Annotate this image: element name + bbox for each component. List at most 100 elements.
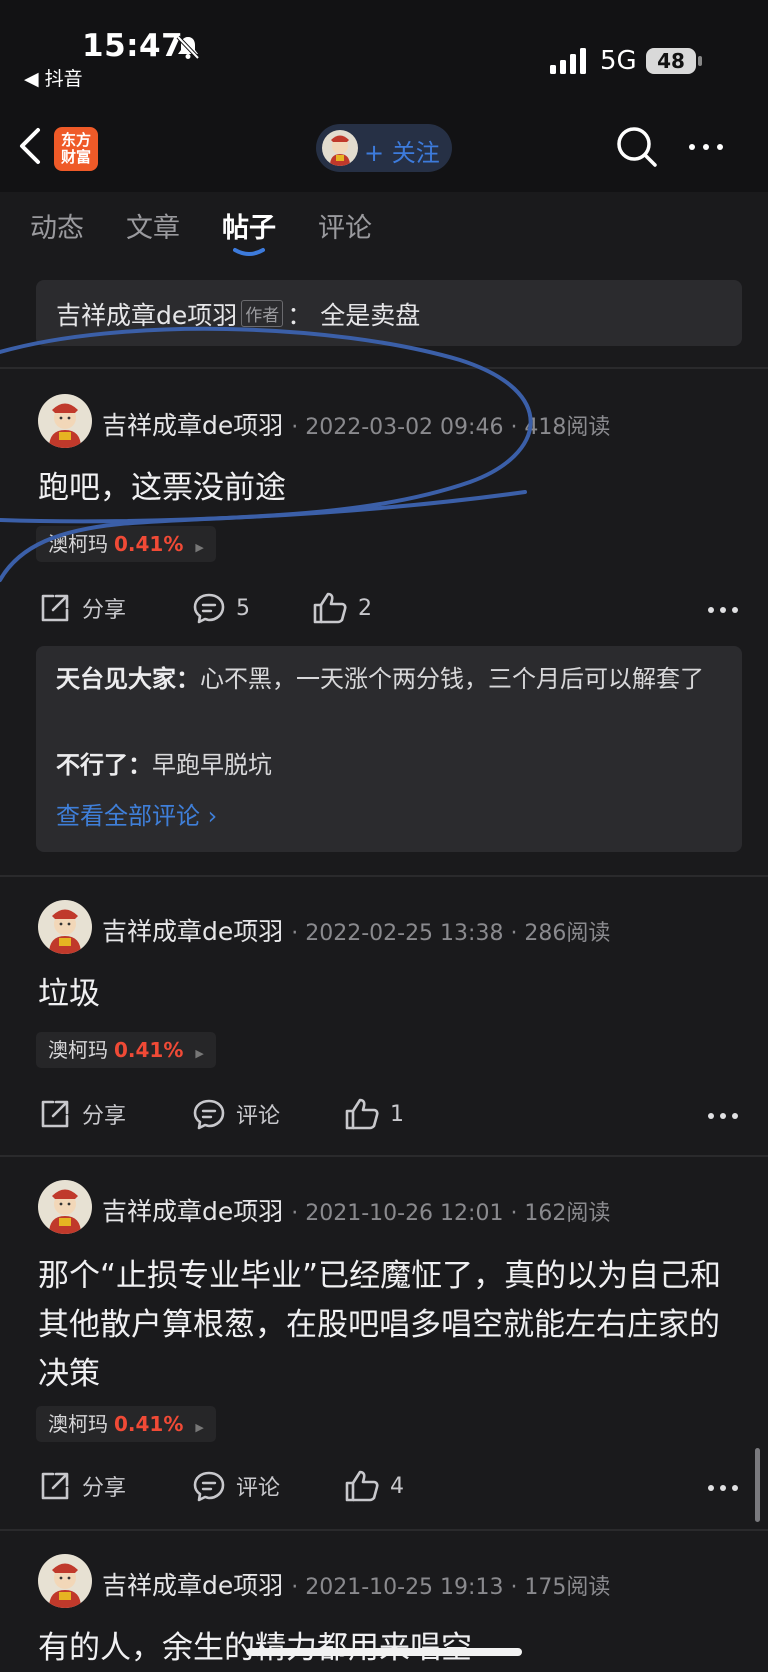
stock-tag[interactable]: 澳柯玛 0.41% ▶	[36, 1032, 216, 1068]
app-logo: 东方 财富	[54, 127, 98, 171]
reply-text: ： 全是卖盘	[287, 301, 421, 330]
commenter-name: 不行了：	[56, 751, 152, 779]
comment-item[interactable]: 天台见大家：心不黑，一天涨个两分钱，三个月后可以解套了	[56, 660, 722, 698]
tab-articles[interactable]: 文章	[126, 206, 180, 245]
comment-button[interactable]: 评论	[192, 1466, 280, 1506]
author-name[interactable]: 吉祥成章de项羽	[102, 1571, 283, 1600]
comment-count: 5	[236, 595, 250, 621]
stock-name: 澳柯玛	[48, 532, 108, 556]
post-meta: 吉祥成章de项羽 · 2022-03-02 09:46 · 418阅读	[102, 406, 610, 442]
post-time-reads: · 2021-10-26 12:01 · 162阅读	[291, 1201, 611, 1226]
share-icon	[41, 1100, 69, 1128]
stock-change: 0.41%	[114, 1412, 184, 1436]
post-card[interactable]: 吉祥成章de项羽 · 2022-03-02 09:46 · 418阅读 跑吧，这…	[0, 368, 768, 874]
author-reply: 吉祥成章de项羽 作者： 全是卖盘	[56, 296, 420, 332]
comment-label: 评论	[236, 1476, 281, 1501]
like-count: 1	[390, 1101, 404, 1127]
stock-change: 0.41%	[114, 1038, 184, 1062]
logo-line-1: 东方	[60, 131, 91, 149]
comment-button[interactable]: 5	[192, 588, 250, 628]
more-options-icon[interactable]	[706, 1111, 740, 1121]
battery-tip	[698, 56, 702, 66]
play-arrow-icon: ▶	[195, 1047, 204, 1060]
share-icon	[41, 1472, 69, 1500]
view-all-comments-link[interactable]: 查看全部评论 ›	[56, 796, 217, 831]
post-content[interactable]: 垃圾	[38, 970, 738, 1019]
comment-button[interactable]: 评论	[192, 1094, 280, 1134]
avatar[interactable]	[38, 900, 92, 954]
comment-icon	[193, 1471, 225, 1502]
share-button[interactable]: 分享	[38, 1094, 126, 1134]
share-label: 分享	[82, 1476, 127, 1501]
thumbs-up-icon	[345, 1098, 379, 1130]
tab-comments[interactable]: 评论	[318, 206, 372, 245]
comment-icon	[193, 593, 225, 624]
post-content[interactable]: 跑吧，这票没前途	[38, 464, 738, 513]
thumbs-up-icon	[313, 592, 347, 624]
follow-button[interactable]: + 关注	[316, 124, 452, 172]
share-button[interactable]: 分享	[38, 588, 126, 628]
like-count: 2	[358, 595, 372, 621]
thumbs-up-icon	[345, 1470, 379, 1502]
signal-icon	[550, 48, 586, 74]
search-icon[interactable]	[614, 124, 660, 170]
post-time-reads: · 2022-02-25 13:38 · 286阅读	[291, 921, 611, 946]
stock-tag[interactable]: 澳柯玛 0.41% ▶	[36, 1406, 216, 1442]
clock: 15:47	[82, 28, 184, 64]
commenter-name: 天台见大家：	[56, 665, 200, 693]
comment-label: 评论	[236, 1104, 281, 1129]
post-card[interactable]: 吉祥成章de项羽 · 2021-10-26 12:01 · 162阅读 那个“止…	[0, 1156, 768, 1528]
comment-text: 早跑早脱坑	[152, 751, 272, 779]
comment-icon	[193, 1099, 225, 1130]
share-button[interactable]: 分享	[38, 1466, 126, 1506]
mute-bell-icon	[176, 35, 200, 60]
more-options-icon[interactable]	[706, 605, 740, 615]
like-button[interactable]: 4	[344, 1466, 404, 1506]
avatar[interactable]	[38, 1180, 92, 1234]
post-time-reads: · 2022-03-02 09:46 · 418阅读	[291, 415, 611, 440]
follow-label: + 关注	[364, 139, 440, 167]
scrollbar[interactable]	[755, 1448, 760, 1522]
back-to-app-link[interactable]: ◀ 抖音	[24, 64, 83, 91]
play-arrow-icon: ▶	[195, 541, 204, 554]
share-icon	[41, 594, 69, 622]
author-name[interactable]: 吉祥成章de项羽	[102, 917, 283, 946]
battery-level: 48	[646, 48, 696, 74]
back-icon[interactable]	[14, 122, 48, 170]
reply-author-name: 吉祥成章de项羽	[56, 301, 238, 330]
status-bar: 15:47 ◀ 抖音 5G 48	[0, 0, 768, 100]
like-button[interactable]: 1	[344, 1094, 404, 1134]
top-nav: 东方 财富 + 关注	[0, 100, 768, 192]
avatar	[322, 130, 358, 166]
author-reply-box[interactable]: 吉祥成章de项羽 作者： 全是卖盘	[36, 280, 742, 346]
network-type: 5G	[600, 46, 637, 76]
screen: 15:47 ◀ 抖音 5G 48 东方 财富 + 关注 动态 文章 帖子 评论 …	[0, 0, 768, 1672]
avatar[interactable]	[38, 1554, 92, 1608]
post-meta: 吉祥成章de项羽 · 2021-10-25 19:13 · 175阅读	[102, 1566, 610, 1602]
logo-line-2: 财富	[60, 148, 91, 166]
home-indicator[interactable]	[246, 1648, 522, 1656]
author-name[interactable]: 吉祥成章de项羽	[102, 411, 283, 440]
comment-item[interactable]: 不行了：早跑早脱坑	[56, 746, 722, 784]
post-meta: 吉祥成章de项羽 · 2021-10-26 12:01 · 162阅读	[102, 1192, 610, 1228]
tab-dynamics[interactable]: 动态	[30, 206, 84, 245]
author-name[interactable]: 吉祥成章de项羽	[102, 1197, 283, 1226]
like-count: 4	[390, 1473, 404, 1499]
share-label: 分享	[82, 1104, 127, 1129]
more-options-icon[interactable]	[706, 1483, 740, 1493]
avatar[interactable]	[38, 394, 92, 448]
post-card[interactable]: 吉祥成章de项羽 · 2022-02-25 13:38 · 286阅读 垃圾 澳…	[0, 876, 768, 1154]
post-content[interactable]: 那个“止损专业毕业”已经魔怔了，真的以为自己和其他散户算根葱，在股吧唱多唱空就能…	[38, 1252, 738, 1399]
stock-name: 澳柯玛	[48, 1038, 108, 1062]
tab-posts[interactable]: 帖子	[222, 206, 276, 245]
tab-bar: 动态 文章 帖子 评论	[0, 192, 768, 264]
share-label: 分享	[82, 598, 127, 623]
stock-change: 0.41%	[114, 532, 184, 556]
more-icon[interactable]	[686, 136, 726, 158]
tab-active-indicator	[233, 248, 265, 256]
author-tag: 作者	[241, 300, 284, 327]
play-arrow-icon: ▶	[195, 1421, 204, 1434]
like-button[interactable]: 2	[312, 588, 372, 628]
stock-tag[interactable]: 澳柯玛 0.41% ▶	[36, 526, 216, 562]
stock-name: 澳柯玛	[48, 1412, 108, 1436]
